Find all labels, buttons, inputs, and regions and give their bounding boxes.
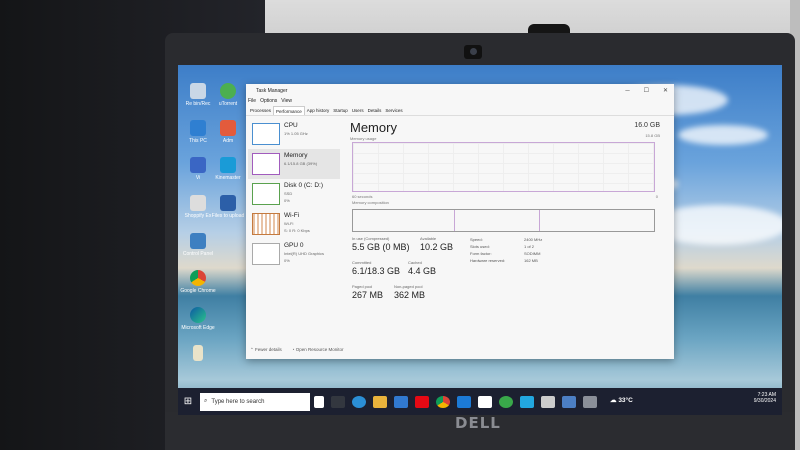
edge-icon[interactable] xyxy=(352,395,366,408)
task-manager-icon[interactable] xyxy=(583,395,597,408)
tab-users[interactable]: Users xyxy=(350,106,366,115)
webcam-icon xyxy=(464,45,482,59)
usage-max: 15.8 GB xyxy=(645,133,660,138)
desktop-icon-files-to-upload[interactable]: Files to upload xyxy=(208,195,248,219)
search-box[interactable]: ⌕ Type here to search xyxy=(200,392,310,411)
search-placeholder: Type here to search xyxy=(211,398,265,405)
chrome-icon[interactable] xyxy=(436,395,450,408)
desktop-icon-file[interactable] xyxy=(178,345,218,363)
menu-options[interactable]: Options xyxy=(260,98,277,106)
composition-free xyxy=(540,210,654,231)
minimize-icon[interactable]: ─ xyxy=(625,84,629,98)
weather-widget[interactable]: ☁ 33°C xyxy=(610,396,633,404)
sidebar-item-disk[interactable]: Disk 0 (C: D:) SSD 0% xyxy=(248,179,340,209)
system-tray[interactable]: 7:23 AM 9/30/2024 xyxy=(754,392,776,404)
composition-standby xyxy=(455,210,540,231)
desktop-icon-edge[interactable]: Microsoft Edge xyxy=(178,307,218,331)
graph-time-label: 60 seconds xyxy=(352,194,373,199)
composition-in-use xyxy=(353,210,456,231)
sidebar-item-wifi[interactable]: Wi-Fi Wi-Fi S: 0 R: 0 Kbps xyxy=(248,209,340,239)
task-view-icon[interactable] xyxy=(331,395,345,408)
brand-logo: DELL xyxy=(455,414,501,432)
memory-spec-list: Speed: 2400 MHz Slots used: 1 of 2 Form fa… xyxy=(470,237,543,263)
desktop-icon-utorrent[interactable]: uTorrent xyxy=(208,83,248,107)
desktop-icon-chrome[interactable]: Google Chrome xyxy=(178,270,218,294)
cpu-thumbnail xyxy=(252,123,280,145)
memory-panel: Memory 16.0 GB Memory usage 15.8 GB 60 s… xyxy=(350,120,666,350)
window-titlebar[interactable]: Task Manager ─ ☐ ✕ xyxy=(246,84,674,98)
store-icon[interactable] xyxy=(457,395,471,408)
memory-composition-bar xyxy=(352,209,655,232)
resource-monitor-link[interactable]: ◔ Open Resource Monitor xyxy=(292,347,344,353)
sidebar-item-gpu[interactable]: GPU 0 Intel(R) UHD Graphics 0% xyxy=(248,239,340,269)
clock-date: 9/30/2024 xyxy=(753,398,776,404)
graph-zero-label: 0 xyxy=(655,194,658,199)
tab-startup[interactable]: Startup xyxy=(331,106,350,115)
memory-usage-graph xyxy=(352,142,655,192)
memory-total: 16.0 GB xyxy=(634,122,660,129)
tab-processes[interactable]: Processes xyxy=(248,106,273,115)
taskbar: ⊞ ⌕ Type here to search ☁ 33°C 7:23 AM 9… xyxy=(178,388,782,415)
maximize-icon[interactable]: ☐ xyxy=(644,84,649,98)
tab-app-history[interactable]: App history xyxy=(305,106,332,115)
windows-start-icon[interactable]: ⊞ xyxy=(178,388,198,415)
memory-thumbnail xyxy=(252,153,280,175)
mic-icon[interactable] xyxy=(314,395,324,408)
desktop-icon-admin[interactable]: Adm xyxy=(208,120,248,144)
desktop-icon-kinemaster[interactable]: Kinemaster xyxy=(208,157,248,181)
app-icon[interactable] xyxy=(562,395,576,408)
stat-non-paged-pool: Non-paged pool 362 MB xyxy=(394,284,426,300)
gear-icon[interactable] xyxy=(541,395,555,408)
sidebar-item-memory[interactable]: Memory 6.1/15.8 GB (39%) xyxy=(248,149,340,179)
menu-file[interactable]: File xyxy=(248,98,256,106)
tab-details[interactable]: Details xyxy=(366,106,384,115)
desktop-icon-control-panel[interactable]: Control Panel xyxy=(178,233,218,257)
task-manager-window[interactable]: Task Manager ─ ☐ ✕ File Options View Pro… xyxy=(246,84,674,359)
resource-sidebar: CPU 1% 1.05 GHz Memory 6.1/15.8 GB (39%)… xyxy=(248,119,340,334)
gpu-thumbnail xyxy=(252,243,280,265)
mail-icon[interactable] xyxy=(394,395,408,408)
disk-thumbnail xyxy=(252,183,280,205)
wifi-thumbnail xyxy=(252,213,280,235)
tab-services[interactable]: Services xyxy=(383,106,404,115)
netflix-icon[interactable] xyxy=(415,395,429,408)
window-title: Task Manager xyxy=(256,88,288,94)
close-icon[interactable]: ✕ xyxy=(663,84,668,98)
file-explorer-icon[interactable] xyxy=(373,395,387,408)
footer: ⌃ Fewer details ◔ Open Resource Monitor xyxy=(250,347,344,353)
composition-label: Memory composition xyxy=(352,200,389,205)
utorrent-icon[interactable] xyxy=(499,395,513,408)
tab-bar: Processes Performance App history Startu… xyxy=(246,106,674,116)
menu-view[interactable]: View xyxy=(281,98,292,106)
search-icon: ⌕ xyxy=(204,398,208,404)
app-icon[interactable] xyxy=(478,395,492,408)
fewer-details-link[interactable]: ⌃ Fewer details xyxy=(250,347,282,353)
menu-bar: File Options View xyxy=(246,98,674,106)
panel-title: Memory xyxy=(350,120,397,135)
app-icon[interactable] xyxy=(520,395,534,408)
tab-performance[interactable]: Performance xyxy=(273,106,305,115)
sidebar-item-cpu[interactable]: CPU 1% 1.05 GHz xyxy=(248,119,340,149)
usage-label: Memory usage xyxy=(350,136,377,141)
laptop-screen: Re bin/Rec uTorrent This PC Adm Vi Kinem… xyxy=(178,65,782,415)
